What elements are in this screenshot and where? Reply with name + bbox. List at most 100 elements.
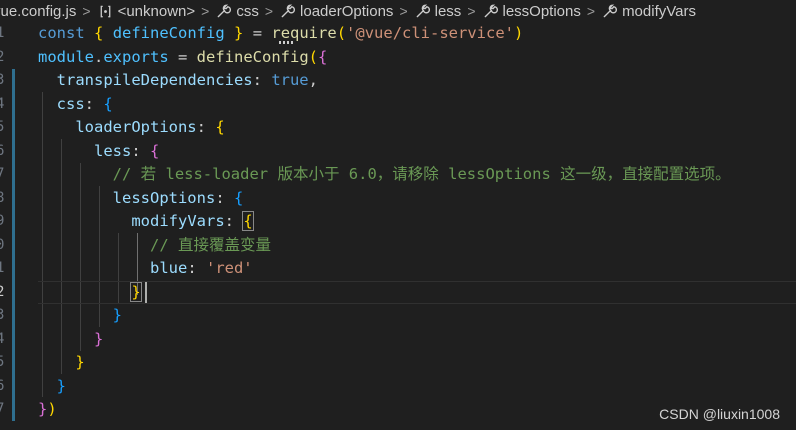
operator: : (215, 188, 234, 207)
breadcrumb-modify-vars-label: modifyVars (622, 2, 696, 20)
line-number: 1 (0, 25, 5, 41)
bracket: } (38, 400, 48, 418)
comment: // 若 less-loader 版本小于 6.0，请移除 lessOption… (112, 165, 731, 183)
code-text: // 若 less-loader 版本小于 6.0，请移除 lessOption… (38, 163, 731, 187)
hint-squiggle (279, 41, 293, 44)
bracket: { (215, 118, 225, 136)
code-line: 5 } (0, 351, 796, 375)
breadcrumb-css-label: css (236, 2, 259, 20)
wrench-icon (281, 4, 296, 17)
code-line: 5 loaderOptions: { (0, 116, 796, 140)
code-line: 1 blue: 'red' (0, 257, 796, 281)
breadcrumb-css[interactable]: css (216, 3, 259, 20)
bracket: { (94, 24, 104, 42)
code-text: transpileDependencies: true, (38, 69, 318, 93)
line-number: 4 (0, 330, 5, 347)
operator: : (187, 259, 206, 277)
operator: = (168, 47, 197, 66)
operator: : (84, 94, 104, 113)
breadcrumb: vue.config.js > <unknown> > css > loader… (0, 0, 796, 22)
property: transpileDependencies (56, 71, 253, 89)
code-line: 7 // 若 less-loader 版本小于 6.0，请移除 lessOpti… (0, 163, 796, 187)
variable: defineConfig (103, 24, 235, 42)
code-text: module.exports = defineConfig({ (38, 46, 327, 70)
bracket: } (234, 24, 244, 42)
string: 'red' (205, 259, 253, 277)
bracket: ( (308, 47, 318, 66)
line-number: 5 (0, 119, 5, 135)
chevron-right-icon: > (399, 3, 408, 19)
symbol-namespace-icon (100, 5, 110, 17)
keyword: const (38, 24, 85, 42)
code-text: lessOptions: { (38, 187, 244, 211)
function-name: require (271, 24, 337, 42)
function-name: defineConfig (196, 47, 309, 66)
breadcrumb-modify-vars[interactable]: modifyVars (602, 3, 696, 20)
breadcrumb-loader-options-label: loaderOptions (300, 2, 394, 20)
breadcrumb-less-options[interactable]: lessOptions (483, 3, 581, 20)
bracket: } (75, 353, 85, 371)
breadcrumb-less[interactable]: less (415, 2, 462, 20)
line-number: 2 (0, 283, 5, 300)
breadcrumb-less-label: less (434, 2, 462, 20)
chevron-right-icon: > (201, 3, 210, 19)
code-line: 8 lessOptions: { (0, 187, 796, 211)
bracket: ) (514, 24, 524, 42)
code-text: less: { (38, 140, 159, 164)
breadcrumb-file[interactable]: vue.config.js (0, 3, 76, 20)
operator: = (243, 24, 272, 42)
breadcrumb-file-label: vue.config.js (0, 2, 77, 20)
line-number: 4 (0, 95, 5, 112)
property: lessOptions (112, 188, 216, 207)
code-line: 3 } (0, 304, 796, 328)
breadcrumb-loader-options[interactable]: loaderOptions (280, 3, 393, 20)
keyword: true (271, 71, 309, 89)
breadcrumb-unknown[interactable]: <unknown> (98, 3, 195, 20)
wrench-icon (416, 4, 430, 17)
bracket: { (233, 188, 244, 207)
operator: . (94, 47, 104, 66)
chevron-right-icon: > (82, 3, 91, 19)
watermark: CSDN @liuxin1008 (659, 406, 780, 422)
line-number: 5 (0, 354, 5, 370)
property: css (56, 94, 85, 113)
chevron-right-icon: > (264, 3, 274, 19)
bracket: ( (336, 24, 347, 42)
matched-bracket: } (130, 281, 142, 302)
wrench-icon (484, 4, 498, 17)
line-number: 1 (0, 260, 5, 276)
punctuation: , (308, 71, 318, 89)
code-text: modifyVars: { (38, 210, 254, 234)
line-number: 3 (0, 307, 5, 323)
property: less (94, 141, 132, 160)
comment: // 直接覆盖变量 (149, 235, 271, 254)
bracket: } (112, 306, 122, 324)
code-text: css: { (38, 93, 113, 117)
wrench-icon (603, 4, 618, 17)
code-line-active: 2 } (0, 281, 796, 305)
operator: : (196, 118, 216, 136)
matched-bracket: { (242, 211, 254, 231)
code-text: // 直接覆盖变量 (38, 234, 271, 258)
code-text: }) (38, 398, 57, 422)
code-editor[interactable]: 1 const { defineConfig } = require('@vue… (0, 22, 796, 430)
line-number: 7 (0, 166, 5, 182)
text-cursor (145, 281, 147, 303)
string: '@vue/cli-service' (346, 24, 515, 42)
code-line: 6 less: { (0, 140, 796, 164)
property: modifyVars (131, 212, 225, 230)
line-number: 8 (0, 189, 5, 206)
code-line: 1 const { defineConfig } = require('@vue… (0, 22, 796, 46)
chevron-right-icon: > (586, 3, 596, 19)
code-text: } (38, 281, 142, 305)
